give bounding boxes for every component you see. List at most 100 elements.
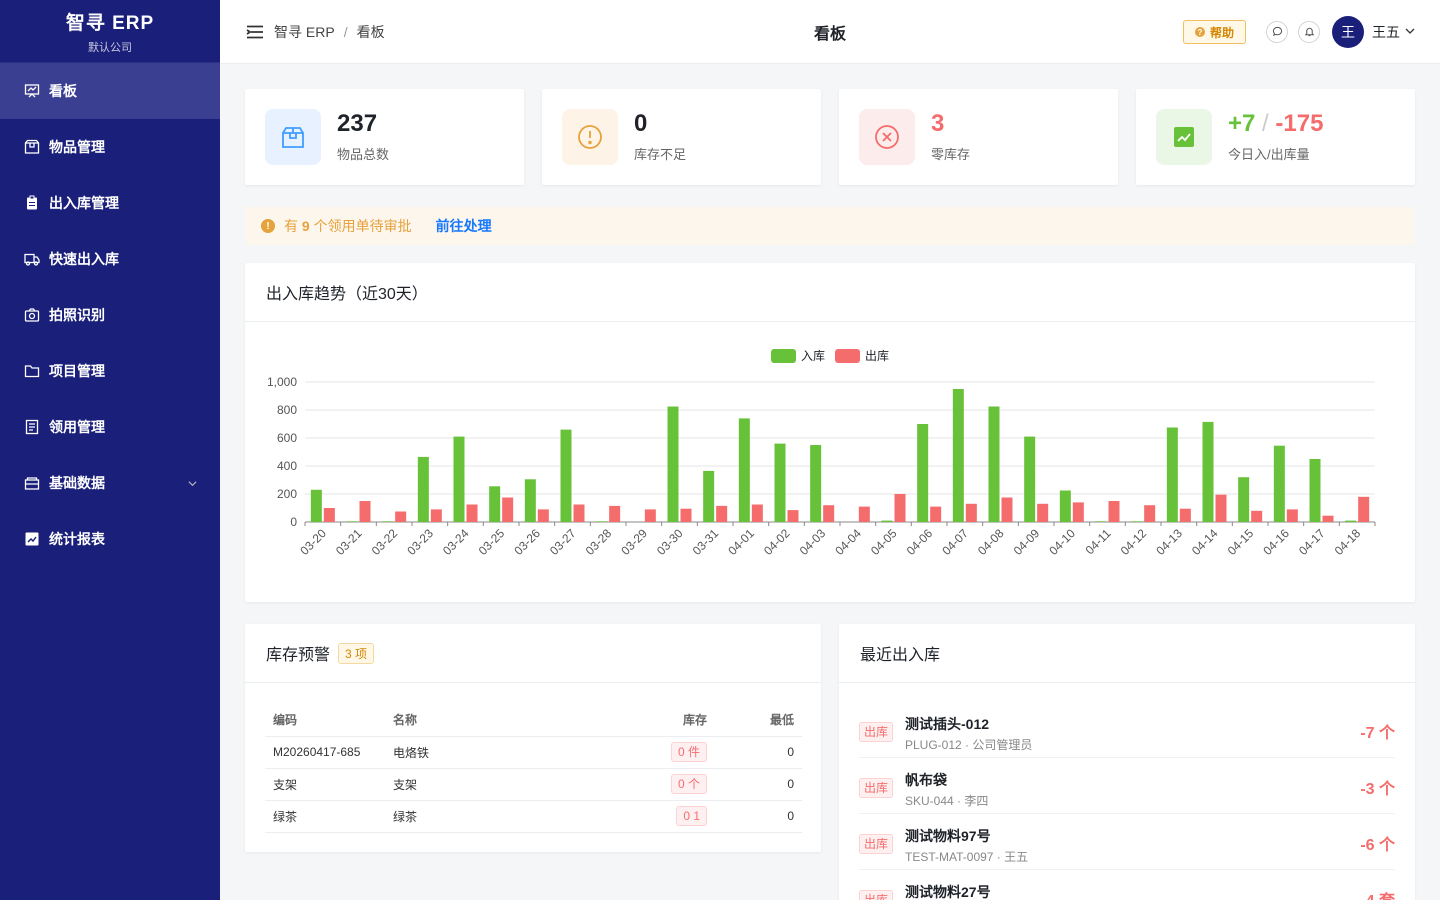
go-process-link[interactable]: 前往处理 — [436, 216, 492, 236]
x-tick-label: 04-12 — [1118, 526, 1150, 558]
sidebar-item-dashboard[interactable]: 看板 — [0, 63, 220, 119]
bar-in — [988, 406, 1000, 522]
x-tick-label: 03-27 — [547, 526, 579, 558]
cell-name: 支架 — [385, 768, 585, 801]
bar-out — [716, 505, 728, 522]
question-icon: ? — [1194, 27, 1205, 37]
camera-icon — [24, 307, 40, 323]
x-tick-label: 04-14 — [1189, 526, 1221, 558]
y-tick-label: 600 — [277, 431, 297, 445]
y-tick-label: 0 — [290, 515, 297, 529]
stat-label: 物品总数 — [337, 146, 390, 162]
x-tick-label: 04-07 — [939, 526, 971, 558]
warning-icon: ! — [261, 219, 275, 233]
stat-value: 3 — [931, 110, 945, 138]
list-item[interactable]: 出库 测试插头-012 PLUG-012 · 公司管理员 -7 个 — [859, 702, 1395, 758]
help-label: 帮助 — [1209, 25, 1234, 40]
bar-out — [359, 501, 371, 522]
folder-icon — [24, 363, 40, 379]
notification-button[interactable] — [1298, 21, 1320, 43]
bar-in — [1309, 459, 1321, 522]
stock-tag: 0 1 — [676, 806, 707, 826]
notice-count: 9 — [301, 218, 310, 234]
user-name[interactable]: 王五 — [1372, 22, 1400, 42]
x-tick-label: 04-02 — [761, 526, 793, 558]
table-row[interactable]: M20260417-685 电烙铁 0 件 0 — [265, 736, 802, 769]
trend-icon — [1156, 109, 1212, 165]
table-row[interactable]: 绿茶 绿茶 0 1 0 — [265, 800, 802, 833]
notice-prefix: 有 — [284, 218, 302, 234]
stat-card-low-stock[interactable]: 0 库存不足 — [542, 89, 821, 185]
bar-in — [1273, 445, 1285, 522]
bar-in — [917, 424, 929, 522]
item-name: 测试插头-012 — [905, 716, 990, 732]
chevron-down-icon[interactable] — [1404, 24, 1416, 40]
stock-warning-panel: 库存预警 3 项 编码 名称 库存 最低 M20260417-685 电烙铁 0… — [245, 624, 821, 852]
stat-value-out: -175 — [1275, 110, 1324, 138]
stat-card-total-items[interactable]: 237 物品总数 — [245, 89, 524, 185]
message-button[interactable] — [1266, 21, 1288, 43]
sidebar-item-reports[interactable]: 统计报表 — [0, 511, 220, 567]
cell-min: 0 — [715, 736, 802, 769]
y-tick-label: 200 — [277, 487, 297, 501]
breadcrumb-home[interactable]: 智寻 ERP — [274, 22, 335, 42]
sidebar: 智寻 ERP 默认公司 看板 物品管理 出入库管理 快速出入库 拍照识别 项目管… — [0, 0, 220, 900]
brand-title: 智寻 ERP — [65, 12, 155, 34]
count-badge: 3 项 — [338, 642, 375, 664]
column-header-stock: 库存 — [585, 704, 715, 737]
notice-text: 有 9 个领用单待审批 — [284, 216, 412, 236]
list-item[interactable]: 出库 测试物料97号 TEST-MAT-0097 · 王五 -6 个 — [859, 814, 1395, 870]
stock-warning-header: 库存预警 3 项 — [245, 624, 821, 683]
io-type-tag: 出库 — [859, 834, 894, 854]
page-title: 看板 — [813, 25, 847, 43]
bar-out — [1072, 502, 1084, 522]
sidebar-item-requisitions[interactable]: 领用管理 — [0, 399, 220, 455]
box-icon — [24, 139, 40, 155]
cell-min: 0 — [715, 800, 802, 833]
header-actions: ? 帮助 王 王五 — [1182, 0, 1416, 64]
x-tick-label: 03-28 — [583, 526, 615, 558]
sidebar-item-stock-io[interactable]: 出入库管理 — [0, 175, 220, 231]
bar-in — [667, 406, 679, 522]
table-row[interactable]: 支架 支架 0 个 0 — [265, 768, 802, 801]
x-tick-label: 03-26 — [511, 526, 543, 558]
stat-value-in: +7 — [1228, 110, 1256, 138]
stock-tag: 0 个 — [670, 774, 707, 794]
sidebar-item-quick-io[interactable]: 快速出入库 — [0, 231, 220, 287]
help-button[interactable]: ? 帮助 — [1182, 20, 1246, 44]
sidebar-item-projects[interactable]: 项目管理 — [0, 343, 220, 399]
avatar[interactable]: 王 — [1332, 16, 1364, 48]
bar-out — [894, 494, 906, 522]
sidebar-item-base-data[interactable]: 基础数据 — [0, 455, 220, 511]
x-tick-label: 04-01 — [725, 526, 757, 558]
alert-icon — [562, 109, 618, 165]
list-item[interactable]: 出库 测试物料27号 -4 套 — [859, 870, 1395, 900]
stat-value: 237 — [337, 110, 378, 138]
stat-card-today-io[interactable]: +7 / -175 今日入/出库量 — [1136, 89, 1415, 185]
x-tick-label: 03-22 — [369, 526, 401, 558]
y-tick-label: 1,000 — [267, 375, 297, 389]
bell-icon — [1304, 24, 1315, 40]
bar-out — [466, 504, 478, 522]
table-header-row: 编码 名称 库存 最低 — [265, 704, 802, 737]
menu-fold-icon[interactable] — [246, 23, 264, 41]
trend-bar-chart: 02004006008001,00003-20 03-21 03-22 03-23 03… — [267, 375, 1376, 558]
bar-out — [323, 508, 335, 522]
sidebar-item-photo-recognition[interactable]: 拍照识别 — [0, 287, 220, 343]
sidebar-item-label: 统计报表 — [49, 531, 105, 547]
sidebar-item-label: 出入库管理 — [49, 195, 119, 211]
bar-out — [395, 511, 407, 522]
cell-min: 0 — [715, 768, 802, 801]
x-tick-label: 03-24 — [440, 526, 472, 558]
bar-out — [1215, 494, 1227, 522]
list-item[interactable]: 出库 帆布袋 SKU-044 · 李四 -3 个 — [859, 758, 1395, 814]
clipboard-icon — [24, 195, 40, 211]
bar-out — [965, 503, 977, 522]
x-tick-label: 03-20 — [297, 526, 329, 558]
stat-card-zero-stock[interactable]: 3 零库存 — [839, 89, 1118, 185]
x-tick-label: 04-05 — [868, 526, 900, 558]
bar-in — [346, 521, 358, 522]
stat-label: 零库存 — [931, 146, 971, 162]
sidebar-item-items[interactable]: 物品管理 — [0, 119, 220, 175]
stat-label: 库存不足 — [634, 146, 687, 162]
